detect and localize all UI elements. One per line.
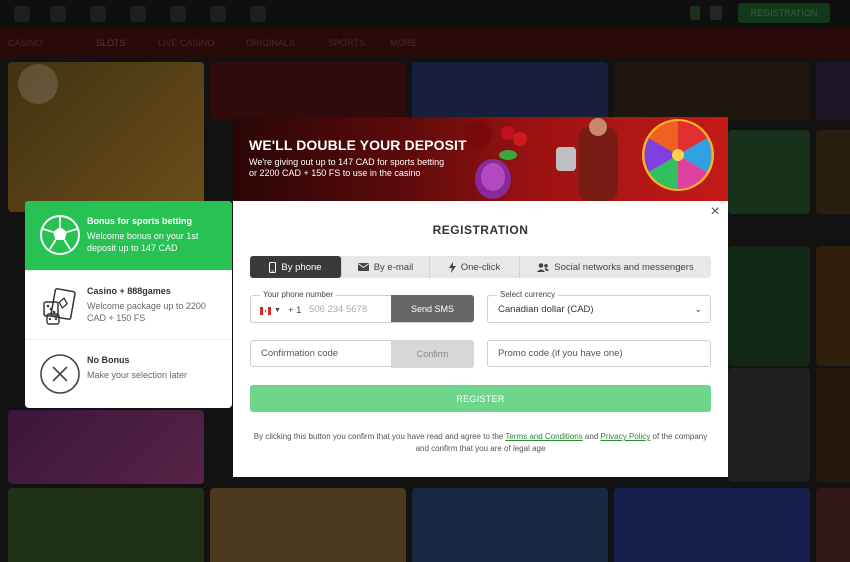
- banner-title: WE'LL DOUBLE YOUR DEPOSIT: [249, 137, 467, 153]
- canada-flag-icon: [260, 306, 271, 315]
- cards-dice-icon: [43, 288, 76, 325]
- page: REGISTRATION CASINO SLOTS LIVE CASINO OR…: [0, 0, 850, 562]
- people-icon: [537, 262, 550, 272]
- bonus-title: No Bonus: [87, 355, 130, 365]
- legal-notice: By clicking this button you confirm that…: [250, 431, 711, 455]
- chevron-down-icon: ▼: [274, 307, 281, 314]
- phone-field: Your phone number ▼ + 1 Send SMS: [250, 290, 474, 323]
- envelope-icon: [357, 263, 369, 271]
- registration-tabs: By phone By e-mail One-click Social netw…: [250, 256, 711, 278]
- register-button[interactable]: REGISTER: [250, 385, 711, 412]
- tab-label: One-click: [460, 261, 501, 273]
- confirmation-field: Confirm: [250, 340, 474, 368]
- bonus-option-sports[interactable]: Bonus for sports betting Welcome bonus o…: [25, 201, 232, 270]
- tab-social-networks[interactable]: Social networks and messengers: [519, 256, 711, 278]
- promo-code-input[interactable]: [498, 348, 698, 359]
- send-sms-button[interactable]: Send SMS: [391, 295, 474, 322]
- phone-icon: [269, 261, 277, 273]
- banner-subtitle: or 2200 CAD + 150 FS to use in the casin…: [249, 168, 421, 178]
- phone-input[interactable]: [309, 304, 389, 315]
- country-code: + 1: [287, 305, 302, 316]
- promo-code-field: [487, 340, 711, 367]
- tab-label: Social networks and messengers: [554, 261, 694, 273]
- bonus-option-none[interactable]: No Bonus Make your selection later: [25, 339, 232, 408]
- privacy-policy-link[interactable]: Privacy Policy: [601, 432, 651, 441]
- tab-by-phone[interactable]: By phone: [250, 256, 341, 278]
- soccer-ball-icon: [40, 215, 80, 255]
- lightning-icon: [448, 261, 456, 273]
- registration-modal: × REGISTRATION By phone By e-mail One-cl…: [233, 201, 728, 477]
- bonus-description: Welcome bonus on your 1st deposit up to …: [87, 231, 199, 253]
- terms-link[interactable]: Terms and Conditions: [505, 432, 582, 441]
- phone-field-label: Your phone number: [260, 290, 336, 299]
- bonus-title: Bonus for sports betting: [87, 216, 192, 226]
- promo-banner: WE'LL DOUBLE YOUR DEPOSIT We're giving o…: [233, 117, 728, 201]
- currency-value: Canadian dollar (CAD): [498, 304, 594, 315]
- country-code-select[interactable]: ▼ + 1: [260, 305, 301, 316]
- tab-by-email[interactable]: By e-mail: [341, 256, 429, 278]
- no-bonus-icon: [40, 354, 80, 394]
- close-icon[interactable]: ×: [708, 204, 722, 220]
- currency-field-label: Select currency: [497, 290, 559, 299]
- currency-select[interactable]: Select currency Canadian dollar (CAD) ⌄: [487, 290, 711, 323]
- legal-text: and: [582, 432, 601, 441]
- bonus-description: Make your selection later: [87, 370, 188, 380]
- tab-label: By e-mail: [373, 261, 414, 273]
- carousel-prev-icon[interactable]: ‹: [18, 64, 58, 104]
- confirmation-code-input[interactable]: [261, 348, 381, 359]
- confirm-button[interactable]: Confirm: [391, 340, 474, 368]
- tab-label: By phone: [281, 261, 322, 273]
- legal-text: By clicking this button you confirm that…: [253, 432, 506, 441]
- bonus-title: Casino + 888games: [87, 286, 171, 296]
- banner-subtitle: We're giving out up to 147 CAD for sport…: [249, 157, 445, 167]
- bonus-option-casino[interactable]: Casino + 888games Welcome package up to …: [25, 270, 232, 339]
- modal-title: REGISTRATION: [432, 223, 529, 237]
- chevron-down-icon: ⌄: [694, 304, 702, 314]
- bonus-description: Welcome package up to 2200 CAD + 150 FS: [87, 301, 206, 323]
- bonus-panel: Bonus for sports betting Welcome bonus o…: [25, 201, 232, 408]
- tab-one-click[interactable]: One-click: [429, 256, 519, 278]
- banner-artwork: [464, 118, 714, 201]
